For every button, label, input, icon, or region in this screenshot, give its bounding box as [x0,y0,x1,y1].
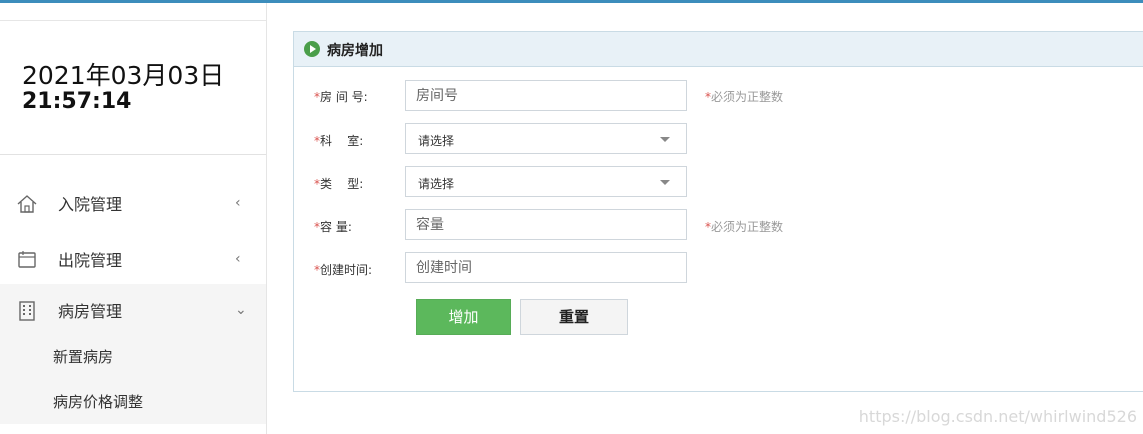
capacity-label: *容 量: [314,220,352,234]
capacity-input[interactable] [405,209,687,240]
sidebar-item-discharge[interactable]: 出院管理 ‹ [0,233,266,285]
type-selected: 请选择 [418,177,455,191]
building-icon [19,301,35,321]
sidebar-subitem-label: 病房价格调整 [53,393,144,411]
home-icon [17,195,37,213]
caret-down-icon [660,137,670,142]
panel-title: 病房增加 [327,43,383,59]
time-text: 21:57:14 [22,89,132,114]
panel-header: 病房增加 [294,32,1143,67]
type-select[interactable]: 请选择 [405,166,687,197]
room-number-input[interactable] [405,80,687,111]
department-selected: 请选择 [418,134,455,148]
datetime-display: 2021年03月03日 21:57:14 [22,63,224,115]
room-number-hint: *必须为正整数 [705,90,784,104]
room-number-label: *房 间 号: [314,90,368,104]
chevron-left-icon: ‹ [235,251,241,267]
sidebar-subitem-price-adjust[interactable]: 病房价格调整 [0,378,266,424]
add-button[interactable]: 增加 [416,299,511,335]
form-panel: 病房增加 *房 间 号: *必须为正整数 *科 室: 请选择 *类 型: 请选择… [293,31,1143,392]
sidebar-top-divider [0,20,266,21]
play-circle-icon [304,41,320,57]
sidebar-item-label: 病房管理 [58,302,123,321]
capacity-hint: *必须为正整数 [705,220,784,234]
sidebar-subitem-label: 新置病房 [53,348,114,366]
sidebar: 2021年03月03日 21:57:14 入院管理 ‹ 出院管理 ‹ 病房管理 … [0,3,267,434]
department-select[interactable]: 请选择 [405,123,687,154]
window-icon [18,251,36,268]
caret-down-icon [660,180,670,185]
chevron-down-icon: ⌄ [235,302,247,318]
sidebar-subitem-new-ward[interactable]: 新置病房 [0,333,266,379]
department-label: *科 室: [314,134,364,148]
sidebar-item-ward[interactable]: 病房管理 ⌄ [0,284,266,336]
sidebar-divider [0,154,266,155]
watermark-text: https://blog.csdn.net/whirlwind526 [858,407,1137,426]
chevron-left-icon: ‹ [235,195,241,211]
sidebar-item-label: 出院管理 [58,251,123,270]
sidebar-item-label: 入院管理 [58,195,123,214]
sidebar-item-admission[interactable]: 入院管理 ‹ [0,177,266,229]
created-time-label: *创建时间: [314,263,373,277]
created-time-input[interactable] [405,252,687,283]
type-label: *类 型: [314,177,364,191]
reset-button[interactable]: 重置 [520,299,628,335]
date-text: 2021年03月03日 [22,61,225,90]
